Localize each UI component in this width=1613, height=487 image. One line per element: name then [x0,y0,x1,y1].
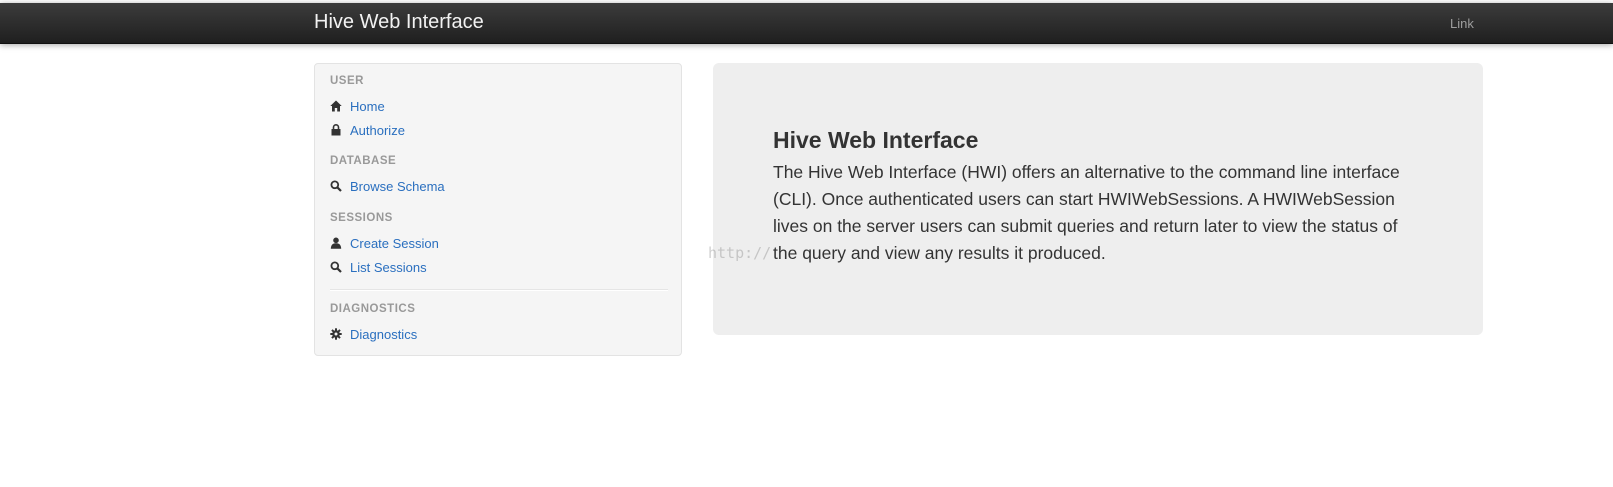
hero-title: Hive Web Interface [773,127,979,153]
watermark-text: http:// [708,244,772,262]
sidebar-item-label: Create Session [350,235,439,251]
nav-header-diagnostics: DIAGNOSTICS [330,303,416,315]
sidebar-nav: USER Home Authorize DATABASE Browse Sche… [314,63,682,356]
user-icon [330,236,350,250]
home-icon [330,99,350,113]
sidebar-item-label: List Sessions [350,259,427,275]
hero-unit: Hive Web Interface The Hive Web Interfac… [713,63,1483,335]
top-navbar: Hive Web Interface Link [0,3,1613,44]
sidebar-item-authorize[interactable]: Authorize [330,121,405,139]
sidebar-item-home[interactable]: Home [330,97,385,115]
lock-icon [330,123,350,137]
sidebar-item-browse-schema[interactable]: Browse Schema [330,177,445,195]
brand-link[interactable]: Hive Web Interface [314,11,484,34]
search-icon [330,179,350,193]
sidebar-item-list-sessions[interactable]: List Sessions [330,258,427,276]
sidebar-item-create-session[interactable]: Create Session [330,234,439,252]
nav-header-user: USER [330,75,364,87]
sidebar-item-label: Diagnostics [350,326,418,342]
cog-icon [330,327,350,341]
sidebar-item-diagnostics[interactable]: Diagnostics [330,325,417,343]
hero-description: The Hive Web Interface (HWI) offers an a… [773,162,1400,263]
sidebar-divider [330,289,668,291]
sidebar-item-label: Browse Schema [350,178,445,194]
sidebar-item-label: Authorize [350,122,405,138]
nav-link[interactable]: Link [1450,16,1474,31]
nav-header-database: DATABASE [330,155,397,167]
nav-header-sessions: SESSIONS [330,212,393,224]
search-icon [330,260,350,274]
sidebar-item-label: Home [350,98,385,114]
